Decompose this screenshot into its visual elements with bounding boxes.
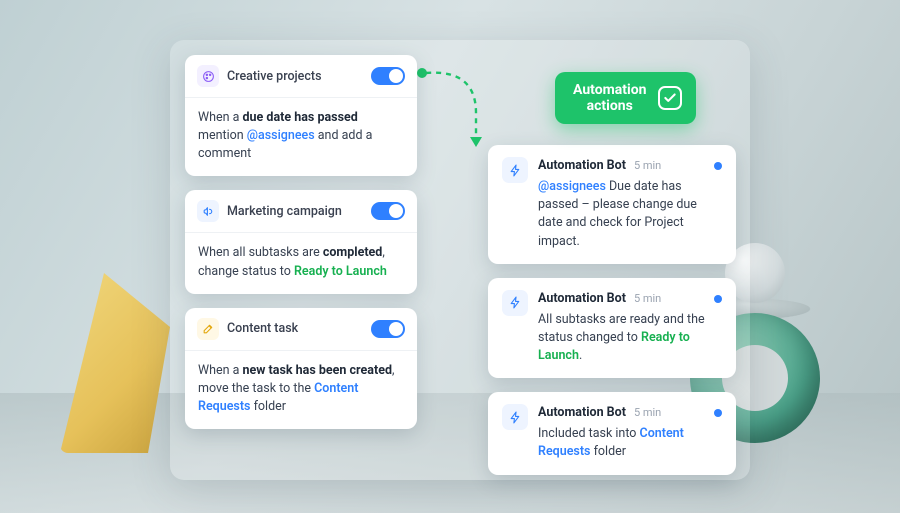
card-body: When a new task has been created, move t… — [185, 351, 417, 429]
palette-icon — [197, 65, 219, 87]
unread-dot-icon — [714, 162, 722, 170]
automation-actions-badge: Automation actions — [555, 72, 696, 124]
badge-line1: Automation — [573, 82, 646, 98]
automation-log-item[interactable]: Automation Bot 5 min Included task into … — [488, 392, 736, 474]
note-author: Automation Bot — [538, 157, 626, 175]
bolt-icon — [502, 157, 528, 183]
automation-log-list: Automation Bot 5 min @assignees Due date… — [488, 145, 736, 475]
bolt-icon — [502, 404, 528, 430]
automation-rule-card[interactable]: Creative projects When a due date has pa… — [185, 55, 417, 176]
card-header: Content task — [185, 308, 417, 351]
bolt-icon — [502, 290, 528, 316]
card-title: Marketing campaign — [227, 204, 363, 219]
note-text: @assignees Due date has passed – please … — [538, 178, 722, 251]
automation-log-item[interactable]: Automation Bot 5 min @assignees Due date… — [488, 145, 736, 264]
rule-toggle[interactable] — [371, 202, 405, 220]
edit-icon — [197, 318, 219, 340]
note-time: 5 min — [634, 291, 661, 307]
note-text: All subtasks are ready and the status ch… — [538, 311, 722, 365]
mention-assignees[interactable]: @assignees — [538, 179, 606, 194]
automation-rule-card[interactable]: Marketing campaign When all subtasks are… — [185, 190, 417, 293]
megaphone-icon — [197, 200, 219, 222]
check-icon — [658, 86, 682, 110]
note-text: Included task into Content Requests fold… — [538, 425, 722, 461]
card-title: Creative projects — [227, 69, 363, 84]
rule-toggle[interactable] — [371, 320, 405, 338]
unread-dot-icon — [714, 295, 722, 303]
card-body: When all subtasks are completed, change … — [185, 233, 417, 293]
note-author: Automation Bot — [538, 290, 626, 308]
note-author: Automation Bot — [538, 404, 626, 422]
rule-toggle[interactable] — [371, 67, 405, 85]
note-time: 5 min — [634, 405, 661, 421]
status-ready-to-launch[interactable]: Ready to Launch — [294, 264, 387, 279]
card-header: Creative projects — [185, 55, 417, 98]
automation-rule-card[interactable]: Content task When a new task has been cr… — [185, 308, 417, 429]
card-header: Marketing campaign — [185, 190, 417, 233]
automation-rules-list: Creative projects When a due date has pa… — [185, 55, 417, 429]
note-time: 5 min — [634, 158, 661, 174]
automation-log-item[interactable]: Automation Bot 5 min All subtasks are re… — [488, 278, 736, 379]
badge-line2: actions — [573, 98, 646, 114]
mention-assignees[interactable]: @assignees — [247, 128, 315, 143]
unread-dot-icon — [714, 409, 722, 417]
card-title: Content task — [227, 321, 363, 336]
card-body: When a due date has passed mention @assi… — [185, 98, 417, 176]
